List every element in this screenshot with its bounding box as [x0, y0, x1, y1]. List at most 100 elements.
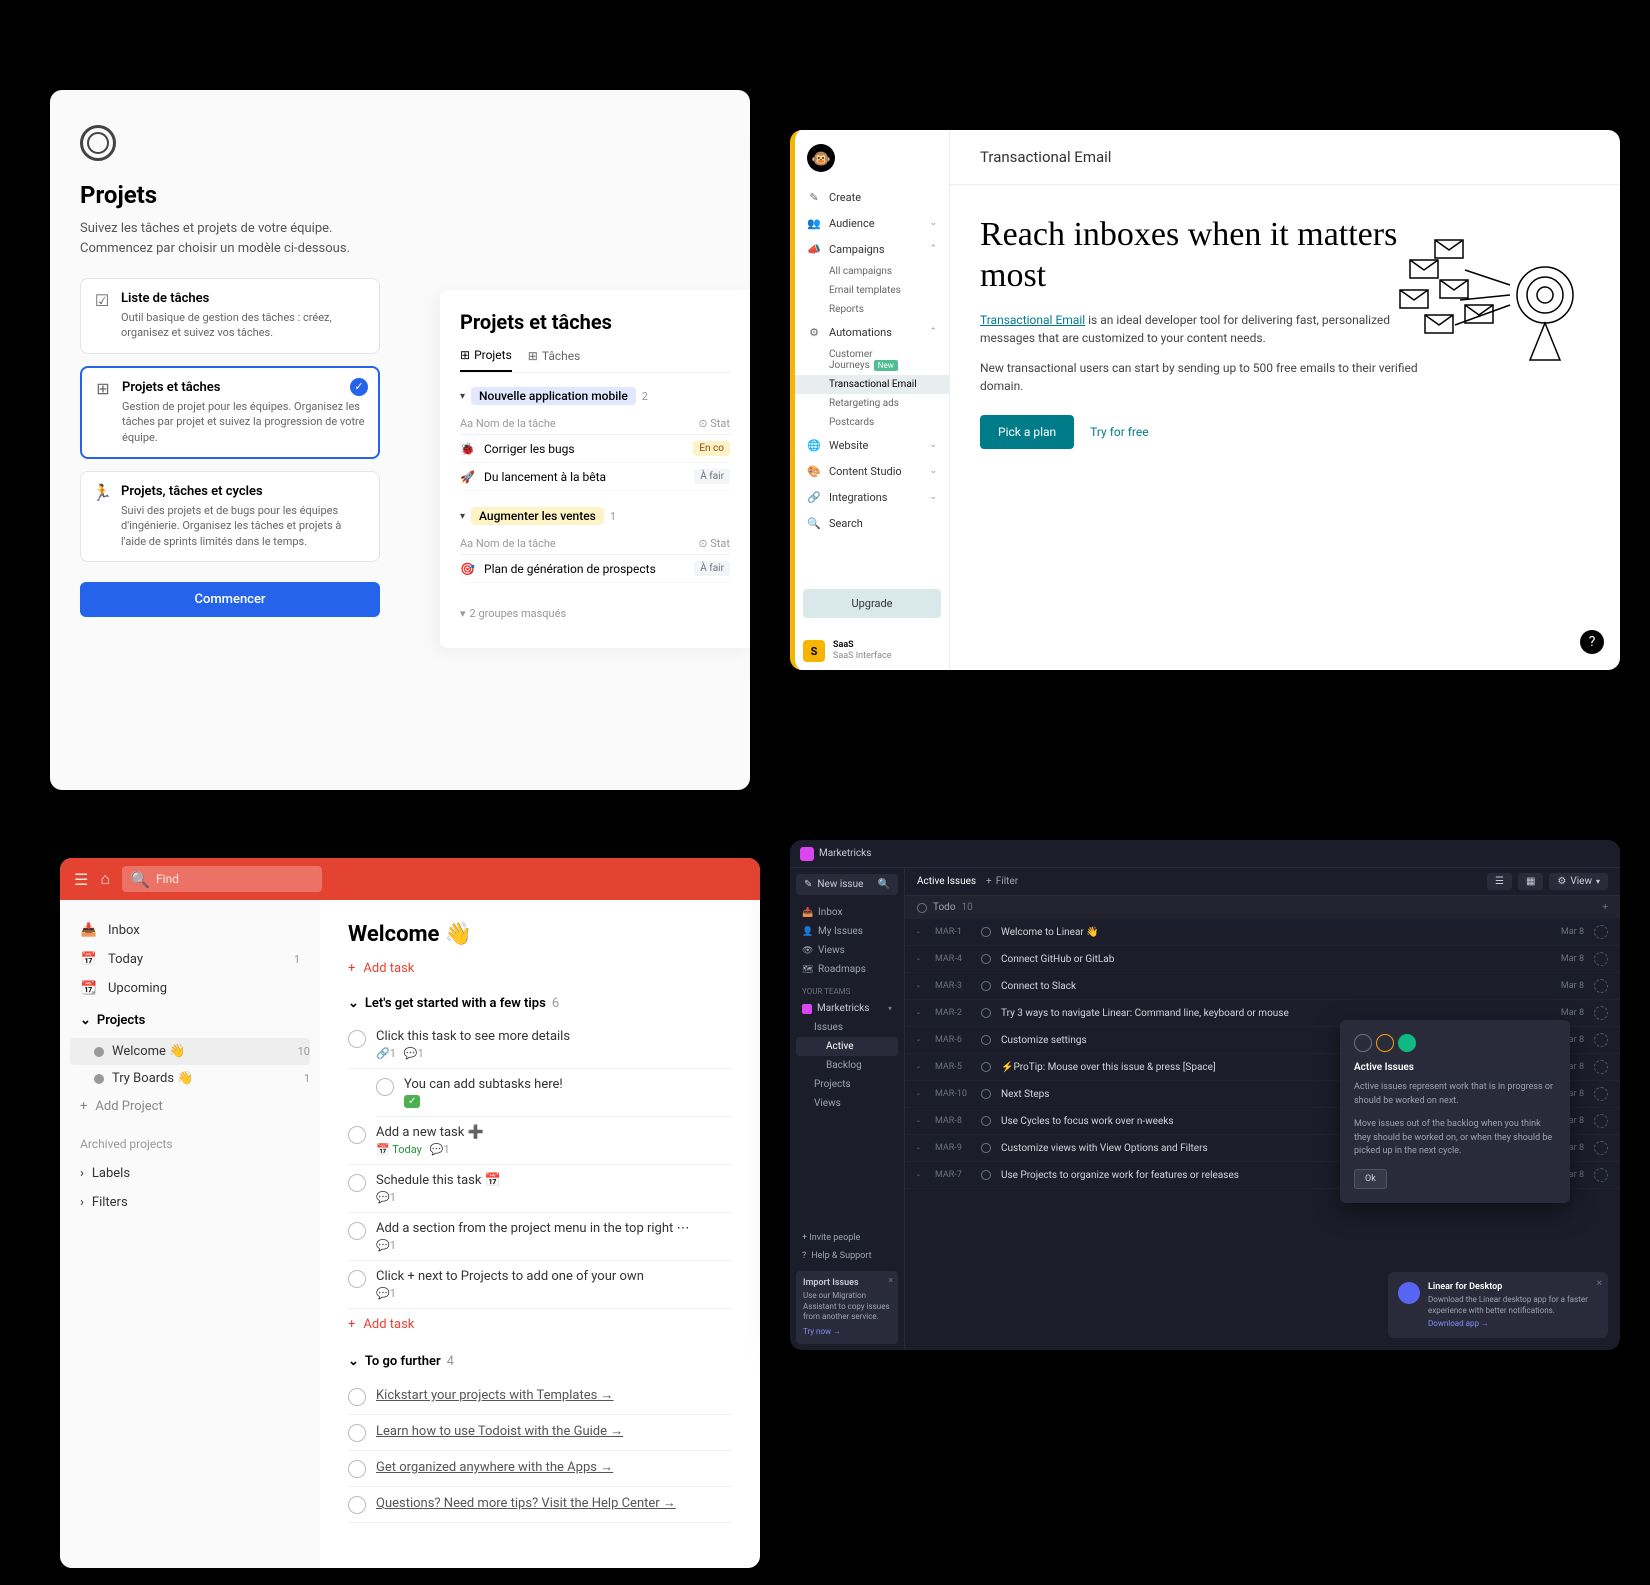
task-row[interactable]: Kickstart your projects with Templates → — [348, 1379, 732, 1415]
task-checkbox[interactable] — [348, 1388, 366, 1406]
projects-header[interactable]: ⌄Projects — [70, 1003, 310, 1038]
tab-projets[interactable]: ⊞Projets — [460, 348, 512, 372]
search-box[interactable]: 🔍 — [122, 866, 322, 892]
task-checkbox[interactable] — [376, 1078, 394, 1096]
template-card-2[interactable]: 🏃Projets, tâches et cyclesSuivi des proj… — [80, 471, 380, 562]
priority-icon[interactable]: - — [917, 1035, 925, 1046]
status-icon[interactable] — [981, 927, 991, 937]
view-options-button[interactable]: ⚙View▾ — [1549, 873, 1608, 890]
task-row[interactable]: Questions? Need more tips? Visit the Hel… — [348, 1487, 732, 1523]
board-view-icon[interactable]: ▦ — [1518, 873, 1543, 890]
archived-projects-label[interactable]: Archived projects — [70, 1121, 310, 1159]
invite-people-button[interactable]: + Invite people — [796, 1229, 898, 1247]
issue-row[interactable]: -MAR-4Connect GitHub or GitLabMar 8 — [905, 946, 1620, 973]
priority-icon[interactable]: - — [917, 1170, 925, 1181]
list-view-icon[interactable]: ☰ — [1487, 873, 1512, 890]
priority-icon[interactable]: - — [917, 1062, 925, 1073]
status-icon[interactable] — [981, 981, 991, 991]
nav-content-studio[interactable]: 🎨Content Studio⌄ — [795, 458, 949, 484]
task-checkbox[interactable] — [348, 1174, 366, 1192]
task-checkbox[interactable] — [348, 1270, 366, 1288]
pick-plan-button[interactable]: Pick a plan — [980, 415, 1074, 449]
home-icon[interactable]: ⌂ — [100, 869, 110, 889]
nav-roadmaps[interactable]: 🗺Roadmaps — [796, 960, 898, 979]
assignee-avatar[interactable] — [1594, 979, 1608, 993]
nav-sub-postcards[interactable]: Postcards — [795, 413, 949, 432]
transactional-email-link[interactable]: Transactional Email — [980, 313, 1085, 327]
assignee-avatar[interactable] — [1594, 952, 1608, 966]
nav-upcoming[interactable]: 📆Upcoming — [70, 974, 310, 1003]
nav-automations[interactable]: ⚙Automations⌃ — [795, 319, 949, 345]
task-checkbox[interactable] — [348, 1424, 366, 1442]
start-button[interactable]: Commencer — [80, 582, 380, 617]
nav-labels[interactable]: ›Labels — [70, 1159, 310, 1188]
group-header[interactable]: ▾Nouvelle application mobile2 — [460, 387, 730, 405]
task-row[interactable]: 🐞Corriger les bugsEn co — [460, 435, 730, 463]
team-nav-projects[interactable]: Projects — [796, 1075, 898, 1094]
nav-sub-reports[interactable]: Reports — [795, 300, 949, 319]
plus-icon[interactable]: + — [1602, 902, 1608, 913]
search-input[interactable] — [156, 872, 314, 886]
task-checkbox[interactable] — [348, 1222, 366, 1240]
nav-integrations[interactable]: 🔗Integrations⌄ — [795, 484, 949, 510]
status-icon[interactable] — [981, 1170, 991, 1180]
assignee-avatar[interactable] — [1594, 925, 1608, 939]
assignee-avatar[interactable] — [1594, 1060, 1608, 1074]
assignee-avatar[interactable] — [1594, 1168, 1608, 1182]
hidden-groups-toggle[interactable]: ▾2 groupes masqués — [460, 599, 730, 628]
status-group-header[interactable]: Todo 10 + — [905, 896, 1620, 919]
add-task-button[interactable]: +Add task — [348, 1317, 732, 1332]
add-task-button[interactable]: +Add task — [348, 961, 732, 976]
status-icon[interactable] — [981, 954, 991, 964]
priority-icon[interactable]: - — [917, 1008, 925, 1019]
priority-icon[interactable]: - — [917, 1143, 925, 1154]
template-card-1[interactable]: ✓⊞Projets et tâchesGestion de projet pou… — [80, 366, 380, 459]
nav-sub-customer-journeys[interactable]: Customer JourneysNew — [795, 345, 949, 375]
help-support-button[interactable]: ?Help & Support — [796, 1247, 898, 1265]
account-switcher[interactable]: S SaaS SaaS Interface — [803, 640, 941, 662]
nav-sub-transactional-email[interactable]: Transactional Email — [795, 375, 949, 394]
task-row[interactable]: Schedule this task 📅💬1 — [348, 1165, 732, 1213]
new-issue-button[interactable]: ✎New issue🔍 — [796, 874, 898, 895]
nav-audience[interactable]: 👥Audience⌄ — [795, 210, 949, 236]
nav-today[interactable]: 📅Today1 — [70, 945, 310, 974]
task-checkbox[interactable] — [348, 1030, 366, 1048]
task-row[interactable]: You can add subtasks here!✓ — [376, 1069, 732, 1117]
template-card-0[interactable]: ☑Liste de tâchesOutil basique de gestion… — [80, 278, 380, 354]
menu-icon[interactable]: ☰ — [74, 870, 88, 889]
status-icon[interactable] — [981, 1116, 991, 1126]
project-item[interactable]: Try Boards 👋1 — [70, 1065, 310, 1092]
assignee-avatar[interactable] — [1594, 1033, 1608, 1047]
close-icon[interactable]: × — [1597, 1278, 1602, 1289]
nav-filters[interactable]: ›Filters — [70, 1188, 310, 1217]
task-checkbox[interactable] — [348, 1126, 366, 1144]
toast-download-link[interactable]: Download app → — [1428, 1319, 1598, 1328]
task-row[interactable]: Add a new task ➕📅 Today💬1 — [348, 1117, 732, 1165]
add-project-button[interactable]: +Add Project — [70, 1092, 310, 1121]
popover-ok-button[interactable]: Ok — [1354, 1169, 1387, 1189]
nav-inbox[interactable]: 📥Inbox — [796, 903, 898, 922]
search-icon[interactable]: 🔍 — [878, 879, 890, 890]
issue-row[interactable]: -MAR-1Welcome to Linear 👋Mar 8 — [905, 919, 1620, 946]
nav-sub-all-campaigns[interactable]: All campaigns — [795, 262, 949, 281]
task-row[interactable]: Get organized anywhere with the Apps → — [348, 1451, 732, 1487]
task-row[interactable]: Click this task to see more details🔗1💬1 — [348, 1021, 732, 1069]
task-row[interactable]: Learn how to use Todoist with the Guide … — [348, 1415, 732, 1451]
upgrade-button[interactable]: Upgrade — [803, 589, 941, 618]
task-row[interactable]: Click + next to Projects to add one of y… — [348, 1261, 732, 1309]
priority-icon[interactable]: - — [917, 1089, 925, 1100]
priority-icon[interactable]: - — [917, 954, 925, 965]
assignee-avatar[interactable] — [1594, 1087, 1608, 1101]
help-button[interactable]: ? — [1580, 630, 1604, 654]
nav-search[interactable]: 🔍Search — [795, 510, 949, 536]
nav-views[interactable]: 👁Views — [796, 941, 898, 960]
filter-button[interactable]: +Filter — [986, 876, 1018, 887]
import-link[interactable]: Try now → — [803, 1327, 891, 1337]
priority-icon[interactable]: - — [917, 981, 925, 992]
nav-my-issues[interactable]: 👤My Issues — [796, 922, 898, 941]
status-icon[interactable] — [981, 1089, 991, 1099]
priority-icon[interactable]: - — [917, 927, 925, 938]
tab-tâches[interactable]: ⊞Tâches — [528, 348, 581, 372]
nav-inbox[interactable]: 📥Inbox — [70, 916, 310, 945]
team-nav-issues[interactable]: Issues — [796, 1018, 898, 1037]
